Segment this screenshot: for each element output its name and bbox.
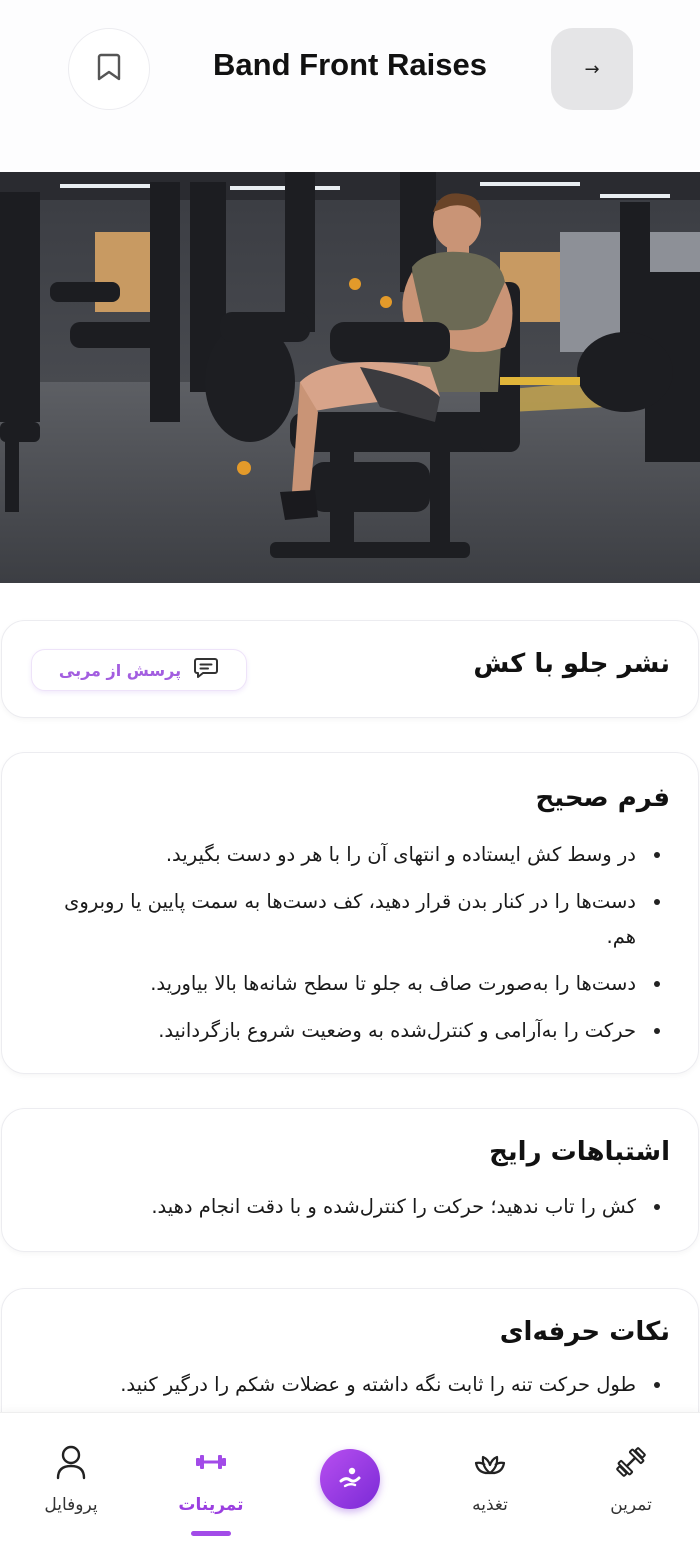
page-title: Band Front Raises — [213, 47, 487, 82]
nav-label: تغذیه — [472, 1495, 508, 1515]
exercise-name-card: نشر جلو با کش پرسش از مربی — [1, 620, 699, 718]
bookmark-button[interactable] — [68, 28, 150, 110]
coach-logo-icon — [335, 1462, 365, 1496]
exercise-image — [0, 172, 700, 583]
list-item: حرکت را به‌آرامی و کنترل‌شده به وضعیت شر… — [36, 1013, 666, 1048]
correct-form-card: فرم صحیح در وسط کش ایستاده و انتهای آن ر… — [1, 752, 699, 1074]
user-icon — [55, 1443, 87, 1481]
section-title: نکات حرفه‌ای — [499, 1317, 670, 1347]
bookmark-icon — [96, 52, 122, 86]
leaf-icon — [473, 1443, 507, 1481]
ask-coach-label: پرسش از مربی — [58, 660, 182, 680]
tips-list: طول حرکت تنه را ثابت نگه داشته و عضلات ش… — [36, 1367, 666, 1414]
list-item: در وسط کش ایستاده و انتهای آن را با هر د… — [36, 837, 666, 872]
active-tab-indicator — [191, 1531, 231, 1536]
chat-icon — [193, 656, 219, 684]
list-item: طول حرکت تنه را ثابت نگه داشته و عضلات ش… — [36, 1367, 666, 1402]
top-bar: Band Front Raises → — [0, 0, 700, 170]
nav-label: پروفایل — [44, 1495, 98, 1515]
list-item: کش را تاب ندهید؛ حرکت را کنترل‌شده و با … — [36, 1189, 666, 1224]
common-mistakes-card: اشتباهات رایج کش را تاب ندهید؛ حرکت را ک… — [1, 1108, 699, 1252]
back-button[interactable]: → — [551, 28, 633, 110]
ask-coach-button[interactable]: پرسش از مربی — [31, 649, 247, 691]
section-title: اشتباهات رایج — [489, 1137, 670, 1167]
section-title: فرم صحیح — [535, 783, 670, 813]
list-item: دست‌ها را در کنار بدن قرار دهید، کف دست‌… — [36, 884, 666, 954]
arrow-right-icon: → — [584, 58, 600, 80]
form-list: در وسط کش ایستاده و انتهای آن را با هر د… — [36, 837, 666, 1060]
list-item: دست‌ها را به‌صورت صاف به جلو تا سطح شانه… — [36, 966, 666, 1001]
nav-item-profile[interactable]: پروفایل — [11, 1413, 131, 1554]
barbell-icon — [614, 1443, 648, 1481]
nav-label: تمرینات — [178, 1495, 244, 1515]
coach-home-button[interactable] — [320, 1449, 380, 1509]
nav-item-nutrition[interactable]: تغذیه — [430, 1413, 550, 1554]
dumbbell-icon — [194, 1443, 228, 1481]
nav-item-exercise[interactable]: تمرین — [571, 1413, 691, 1554]
nav-label: تمرین — [610, 1495, 652, 1515]
mistakes-list: کش را تاب ندهید؛ حرکت را کنترل‌شده و با … — [36, 1189, 666, 1236]
exercise-name: نشر جلو با کش — [473, 649, 670, 679]
